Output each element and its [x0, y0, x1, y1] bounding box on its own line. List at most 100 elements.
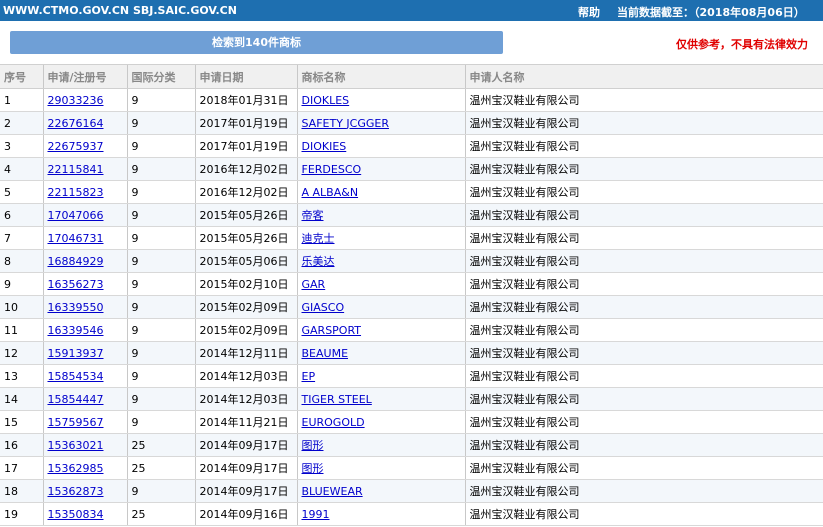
table-cell: 16 [0, 433, 43, 457]
reg-number-link[interactable]: 15854534 [48, 370, 104, 383]
reg-number-link[interactable]: 16356273 [48, 278, 104, 291]
intl-class: 25 [131, 438, 146, 452]
trademark-name-link[interactable]: GARSPORT [302, 324, 362, 337]
apply-date: 2018年01月31日 [199, 94, 289, 107]
table-cell: BLUEWEAR [296, 479, 465, 503]
reg-number-link[interactable]: 17046731 [48, 232, 104, 245]
table-cell: 乐美达 [296, 249, 465, 273]
table-cell: 15854447 [42, 387, 127, 411]
reg-number-link[interactable]: 16339546 [48, 324, 104, 337]
table-row: 5 22115823 9 2016年12月02日 A ALBA&N 温州宝汉鞋业有限公司 [0, 180, 823, 204]
applicant-name: 温州宝汉鞋业有限公司 [469, 278, 580, 291]
trademark-name-link[interactable]: 乐美达 [302, 255, 335, 268]
trademark-name-link[interactable]: 图形 [302, 439, 324, 452]
table-cell: EP [296, 364, 465, 388]
table-row: 1 29033236 9 2018年01月31日 DIOKLES 温州宝汉鞋业有限公司 [0, 88, 823, 112]
table-cell: 2015年05月26日 [194, 203, 297, 227]
table-cell: 温州宝汉鞋业有限公司 [464, 111, 823, 135]
reg-number-link[interactable]: 16884929 [48, 255, 104, 268]
row-index: 5 [4, 185, 11, 199]
trademark-name-link[interactable]: TIGER STEEL [302, 393, 372, 406]
reg-number-link[interactable]: 15854447 [48, 393, 104, 406]
applicant-name: 温州宝汉鞋业有限公司 [469, 439, 580, 452]
trademark-name-link[interactable]: A ALBA&N [302, 186, 359, 199]
reg-number-link[interactable]: 22675937 [48, 140, 104, 153]
table-cell: 温州宝汉鞋业有限公司 [464, 226, 823, 250]
result-toolbar: 检索到140件商标 仅供参考，不具有法律效力 [0, 21, 823, 64]
table-cell: 15759567 [42, 410, 127, 434]
table-cell: 9 [126, 203, 195, 227]
table-cell: GAR [296, 272, 465, 296]
trademark-name-link[interactable]: FERDESCO [302, 163, 362, 176]
trademark-name-link[interactable]: 迪克士 [302, 232, 335, 245]
table-cell: 1 [0, 88, 43, 112]
table-cell: 迪克士 [296, 226, 465, 250]
apply-date: 2014年12月03日 [199, 370, 289, 383]
table-cell: 2018年01月31日 [194, 88, 297, 112]
search-result-button[interactable]: 检索到140件商标 [10, 31, 503, 54]
reg-number-link[interactable]: 17047066 [48, 209, 104, 222]
apply-date: 2015年02月09日 [199, 301, 289, 314]
table-row: 8 16884929 9 2015年05月06日 乐美达 温州宝汉鞋业有限公司 [0, 249, 823, 273]
trademark-name-link[interactable]: DIOKIES [302, 140, 347, 153]
row-index: 1 [4, 93, 11, 107]
reg-number-link[interactable]: 15350834 [48, 508, 104, 521]
table-cell: 9 [126, 318, 195, 342]
table-cell: 2015年05月26日 [194, 226, 297, 250]
apply-date: 2014年12月03日 [199, 393, 289, 406]
intl-class: 9 [131, 346, 139, 360]
intl-class: 9 [131, 369, 139, 383]
reg-number-link[interactable]: 15913937 [48, 347, 104, 360]
intl-class: 9 [131, 392, 139, 406]
row-index: 11 [4, 323, 18, 337]
table-cell: 温州宝汉鞋业有限公司 [464, 295, 823, 319]
applicant-name: 温州宝汉鞋业有限公司 [469, 370, 580, 383]
apply-date: 2014年11月21日 [199, 416, 289, 429]
table-cell: GIASCO [296, 295, 465, 319]
reg-number-link[interactable]: 15362873 [48, 485, 104, 498]
table-cell: 图形 [296, 456, 465, 480]
intl-class: 9 [131, 277, 139, 291]
trademark-name-link[interactable]: GAR [302, 278, 326, 291]
trademark-name-link[interactable]: EUROGOLD [302, 416, 365, 429]
apply-date: 2016年12月02日 [199, 163, 289, 176]
intl-class: 9 [131, 484, 139, 498]
help-link[interactable]: 帮助 [578, 4, 600, 20]
table-cell: 温州宝汉鞋业有限公司 [464, 88, 823, 112]
table-cell: 22676164 [42, 111, 127, 135]
trademark-name-link[interactable]: 1991 [302, 508, 330, 521]
trademark-name-link[interactable]: SAFETY JCGGER [302, 117, 390, 130]
reg-number-link[interactable]: 22115841 [48, 163, 104, 176]
reg-number-link[interactable]: 22115823 [48, 186, 104, 199]
applicant-name: 温州宝汉鞋业有限公司 [469, 324, 580, 337]
intl-class: 9 [131, 139, 139, 153]
row-index: 13 [4, 369, 18, 383]
reg-number-link[interactable]: 15362985 [48, 462, 104, 475]
trademark-name-link[interactable]: BEAUME [302, 347, 349, 360]
trademark-name-link[interactable]: 图形 [302, 462, 324, 475]
trademark-name-link[interactable]: DIOKLES [302, 94, 350, 107]
intl-class: 9 [131, 185, 139, 199]
table-cell: 16339546 [42, 318, 127, 342]
reg-number-link[interactable]: 16339550 [48, 301, 104, 314]
reg-number-link[interactable]: 15363021 [48, 439, 104, 452]
trademark-name-link[interactable]: GIASCO [302, 301, 345, 314]
row-index: 7 [4, 231, 11, 245]
table-cell: 2014年09月17日 [194, 456, 297, 480]
table-cell: 8 [0, 249, 43, 273]
header-reg-number: 申请/注册号 [42, 64, 127, 89]
table-row: 14 15854447 9 2014年12月03日 TIGER STEEL 温州宝汉鞋业有… [0, 387, 823, 411]
reg-number-link[interactable]: 22676164 [48, 117, 104, 130]
apply-date: 2015年02月10日 [199, 278, 289, 291]
table-cell: 29033236 [42, 88, 127, 112]
trademark-name-link[interactable]: 帝客 [302, 209, 324, 222]
table-row: 6 17047066 9 2015年05月26日 帝客 温州宝汉鞋业有限公司 [0, 203, 823, 227]
table-cell: TIGER STEEL [296, 387, 465, 411]
table-row: 4 22115841 9 2016年12月02日 FERDESCO 温州宝汉鞋业有限公司 [0, 157, 823, 181]
table-cell: 温州宝汉鞋业有限公司 [464, 433, 823, 457]
trademark-name-link[interactable]: EP [302, 370, 316, 383]
table-cell: 9 [126, 226, 195, 250]
reg-number-link[interactable]: 29033236 [48, 94, 104, 107]
trademark-name-link[interactable]: BLUEWEAR [302, 485, 363, 498]
reg-number-link[interactable]: 15759567 [48, 416, 104, 429]
